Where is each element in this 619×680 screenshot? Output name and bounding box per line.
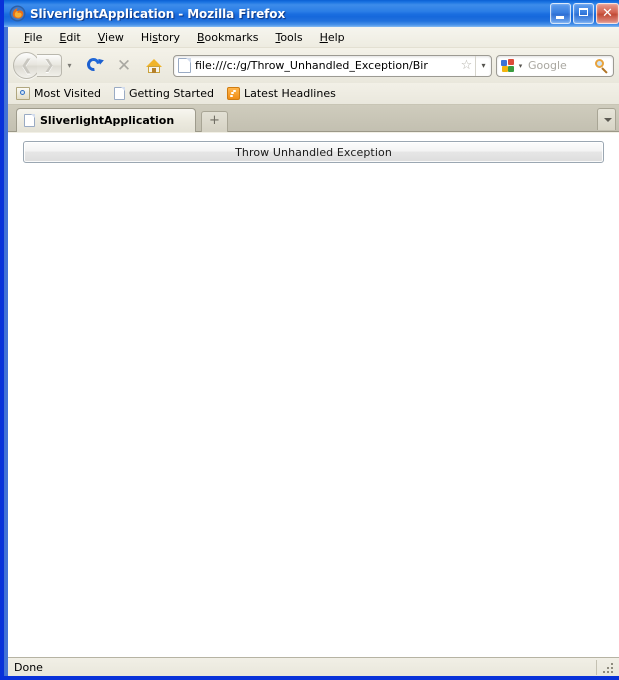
resize-grip[interactable] <box>601 659 617 675</box>
bookmarks-toolbar: Most Visited Getting Started Latest Head… <box>8 83 619 105</box>
bookmark-label: Latest Headlines <box>244 87 336 100</box>
tab-strip: SliverlightApplication <box>8 105 619 132</box>
reload-button[interactable] <box>80 52 108 80</box>
home-icon <box>146 58 162 73</box>
back-button[interactable]: ❮ <box>13 52 40 79</box>
address-input[interactable]: file:///c:/g/Throw_Unhandled_Exception/B… <box>195 59 458 72</box>
bookmark-getting-started[interactable]: Getting Started <box>113 87 214 100</box>
bookmark-star-icon[interactable]: ☆ <box>458 58 475 73</box>
page-icon <box>178 58 191 73</box>
status-bar: Done <box>8 657 619 676</box>
status-text: Done <box>14 660 43 674</box>
search-input[interactable]: Google <box>526 59 593 72</box>
menu-bar: File Edit View History Bookmarks Tools H… <box>8 27 619 48</box>
address-bar[interactable]: file:///c:/g/Throw_Unhandled_Exception/B… <box>173 54 492 77</box>
stop-button[interactable]: ✕ <box>110 52 138 80</box>
minimize-button[interactable] <box>550 3 571 24</box>
search-engine-dropdown-button[interactable]: ▾ <box>515 62 526 70</box>
bookmark-label: Most Visited <box>34 87 101 100</box>
chevron-right-icon: ❯ <box>43 58 55 73</box>
page-icon <box>24 114 35 127</box>
menu-bookmarks[interactable]: Bookmarks <box>189 29 267 46</box>
window-controls: ✕ <box>550 3 619 24</box>
search-bar[interactable]: ▾ Google <box>496 54 614 77</box>
back-forward-group: ❮ ❯ ▾ <box>13 52 76 79</box>
window-title: SliverlightApplication - Mozilla Firefox <box>30 6 286 21</box>
magnifier-icon[interactable] <box>593 58 613 74</box>
close-button[interactable]: ✕ <box>596 3 619 24</box>
firefox-logo-icon <box>9 5 26 22</box>
close-icon: ✕ <box>602 6 613 21</box>
bookmark-latest-headlines[interactable]: Latest Headlines <box>227 87 336 100</box>
navigation-toolbar: ❮ ❯ ▾ ✕ file:///c:/g/Throw_Unhandled_Exc… <box>8 48 619 83</box>
maximize-icon <box>579 8 588 16</box>
history-dropdown-button[interactable]: ▾ <box>63 61 76 70</box>
page-content: Throw Unhandled Exception <box>8 133 619 657</box>
title-bar: SliverlightApplication - Mozilla Firefox… <box>4 0 619 27</box>
bookmark-most-visited[interactable]: Most Visited <box>16 87 101 100</box>
rss-feed-icon <box>227 87 240 100</box>
menu-help[interactable]: Help <box>312 29 354 46</box>
button-label: Throw Unhandled Exception <box>235 145 392 159</box>
menu-tools[interactable]: Tools <box>267 29 311 46</box>
menu-edit[interactable]: Edit <box>51 29 89 46</box>
menu-view[interactable]: View <box>90 29 133 46</box>
browser-window: SliverlightApplication - Mozilla Firefox… <box>0 0 619 680</box>
menu-file[interactable]: File <box>16 29 51 46</box>
bookmark-label: Getting Started <box>128 87 214 100</box>
chevron-left-icon: ❮ <box>20 56 33 74</box>
tab-list-dropdown-button[interactable] <box>597 108 616 130</box>
address-dropdown-button[interactable]: ▾ <box>475 55 491 76</box>
minimize-icon <box>556 16 564 19</box>
google-favicon-icon <box>501 58 515 73</box>
reload-icon <box>84 54 105 74</box>
throw-unhandled-exception-button[interactable]: Throw Unhandled Exception <box>23 141 604 163</box>
home-button[interactable] <box>140 52 168 80</box>
forward-button[interactable]: ❯ <box>37 54 62 77</box>
close-x-icon: ✕ <box>116 55 132 76</box>
tab-label: SliverlightApplication <box>40 114 175 127</box>
status-separator <box>596 659 597 675</box>
tab-sliverlightapplication[interactable]: SliverlightApplication <box>16 108 196 132</box>
maximize-button[interactable] <box>573 3 594 24</box>
menu-history[interactable]: History <box>133 29 189 46</box>
most-visited-icon <box>16 87 30 100</box>
browser-chrome: File Edit View History Bookmarks Tools H… <box>8 27 619 676</box>
page-icon <box>113 87 125 100</box>
new-tab-button[interactable] <box>201 111 228 132</box>
